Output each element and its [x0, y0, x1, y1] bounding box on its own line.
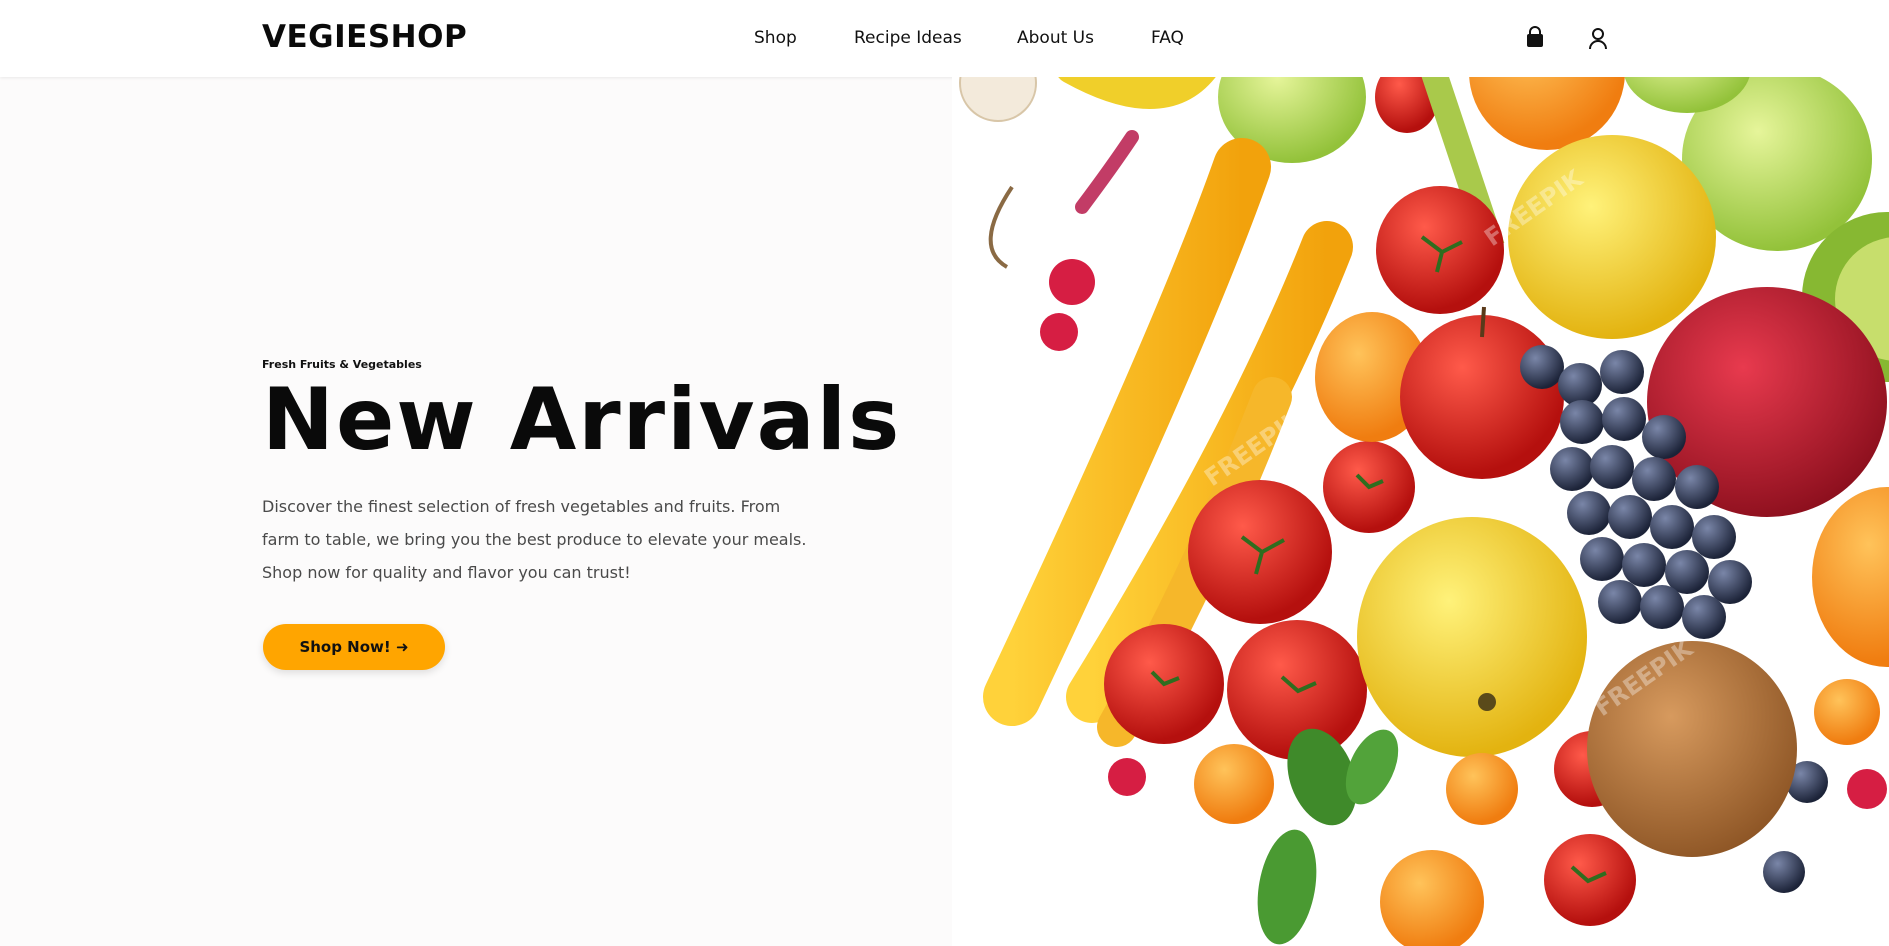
nav-link-faq[interactable]: FAQ — [1151, 28, 1184, 48]
top-navbar: VEGIESHOP Shop Recipe Ideas About Us FAQ — [0, 0, 1889, 77]
shop-now-button[interactable]: Shop Now! ➜ — [263, 624, 445, 670]
hero-description: Discover the finest selection of fresh v… — [262, 497, 807, 582]
brand-logo[interactable]: VEGIESHOP — [262, 19, 467, 55]
user-icon[interactable] — [1587, 26, 1609, 50]
hero-produce-image: FREEPIK FREEPIK FREEPIK — [952, 77, 1889, 946]
nav-link-about-us[interactable]: About Us — [1017, 28, 1094, 48]
nav-link-recipe-ideas[interactable]: Recipe Ideas — [854, 28, 962, 48]
hero-title: New Arrivals — [262, 370, 902, 470]
nav-link-shop[interactable]: Shop — [754, 28, 797, 48]
shopping-bag-icon[interactable] — [1524, 26, 1546, 50]
